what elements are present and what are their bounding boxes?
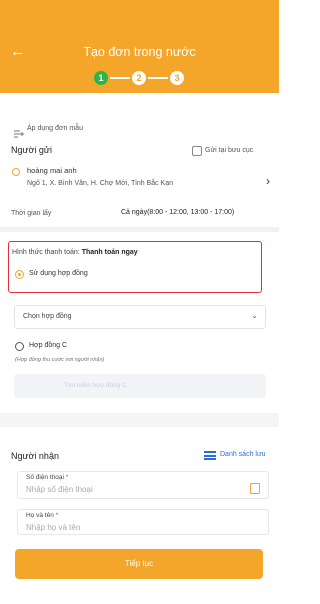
continue-button[interactable]: Tiếp tục: [15, 549, 263, 579]
phone-placeholder: Nhập số điện thoại: [26, 485, 93, 494]
chevron-down-icon: ⌄: [251, 311, 258, 320]
contract-c-note: (Hợp đồng thu cước nơi người nhận): [15, 357, 105, 363]
send-at-post-office-label[interactable]: Gửi tại bưu cục: [205, 147, 253, 154]
contract-c-search-placeholder: Tìm kiếm hợp đồng C: [64, 382, 127, 389]
sender-name[interactable]: hoàng mai anh: [27, 166, 77, 175]
contract-c-radio[interactable]: [15, 342, 24, 351]
pickup-time-value[interactable]: Cả ngày(8:00 - 12:00, 13:00 - 17:00): [121, 209, 234, 216]
name-field[interactable]: Họ và tên * Nhập họ và tên: [17, 509, 269, 535]
header-bar: ← Tạo đơn trong nước 1 2 3: [0, 0, 279, 93]
template-link[interactable]: Áp dụng đơn mẫu: [27, 125, 83, 132]
step-connector: [110, 77, 130, 79]
page-title: Tạo đơn trong nước: [83, 45, 196, 59]
step-indicator: 1 2 3: [94, 71, 184, 85]
template-add-icon[interactable]: [14, 125, 24, 138]
name-label: Họ và tên *: [26, 512, 59, 519]
use-contract-radio[interactable]: [15, 270, 24, 279]
step-2: 2: [132, 71, 146, 85]
chevron-right-icon[interactable]: ›: [266, 174, 270, 188]
step-connector: [148, 77, 168, 79]
sender-address[interactable]: Ngõ 1, X. Bình Văn, H. Chợ Mới, Tỉnh Bắc…: [27, 180, 173, 187]
phone-label: Số điện thoại *: [26, 474, 69, 481]
step-3: 3: [170, 71, 184, 85]
saved-list-link[interactable]: Danh sách lưu: [220, 451, 266, 458]
contact-book-icon[interactable]: [250, 483, 260, 494]
pickup-time-label: Thời gian lấy: [11, 210, 52, 217]
divider: [0, 413, 279, 427]
use-contract-label[interactable]: Sử dụng hợp đồng: [29, 270, 88, 277]
send-at-post-office-checkbox[interactable]: [192, 146, 202, 156]
name-placeholder: Nhập họ và tên: [26, 523, 81, 532]
step-1: 1: [94, 71, 108, 85]
contract-c-label[interactable]: Hợp đồng C: [29, 342, 67, 349]
payment-method-value: Thanh toán ngay: [81, 249, 138, 256]
contract-select-placeholder: Chọn hợp đồng: [23, 313, 72, 320]
receiver-section-title: Người nhận: [11, 451, 59, 461]
list-icon[interactable]: [204, 451, 216, 460]
location-pin-icon: [12, 168, 20, 176]
contract-c-search-input: Tìm kiếm hợp đồng C: [14, 374, 266, 398]
payment-method-label: Hình thức thanh toán:: [12, 249, 80, 256]
payment-method-row: Hình thức thanh toán: Thanh toán ngay: [12, 249, 138, 256]
sender-section-title: Người gửi: [11, 145, 52, 155]
divider: [0, 227, 279, 232]
phone-field[interactable]: Số điện thoại * Nhập số điện thoại: [17, 471, 269, 499]
contract-select[interactable]: Chọn hợp đồng ⌄: [14, 305, 266, 329]
